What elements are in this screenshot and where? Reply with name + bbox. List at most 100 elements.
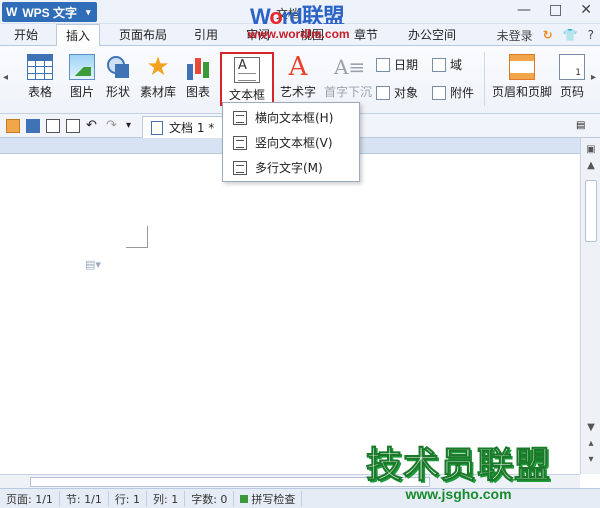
help-button[interactable]: ?	[588, 28, 594, 42]
tab-home[interactable]: 开始	[6, 24, 46, 46]
vertical-textbox-label: 竖向文本框(V)	[255, 136, 333, 150]
sync-icon[interactable]: ↻	[543, 28, 553, 42]
status-section: 节: 1/1	[60, 490, 109, 507]
textbox-label: 文本框	[228, 88, 265, 102]
page-number-button[interactable]: 页码	[556, 50, 588, 108]
scroll-top-icon[interactable]: ▣	[584, 144, 598, 155]
watermark-url: www.jsgho.com	[405, 486, 512, 502]
status-words: 字数: 0	[185, 490, 235, 507]
header-footer-icon	[509, 54, 535, 80]
undo-icon[interactable]: ↶	[86, 119, 100, 133]
object-button[interactable]: 对象	[376, 84, 418, 101]
status-row: 行: 1	[109, 490, 148, 507]
close-button[interactable]: ✕	[580, 2, 592, 18]
clipart-label: 素材库	[139, 85, 176, 99]
dropcap-label: 首字下沉	[324, 85, 373, 99]
document-canvas[interactable]: ▤▾	[0, 154, 580, 474]
calendar-icon	[376, 57, 390, 72]
wordart-label: 艺术字	[279, 85, 316, 99]
document-icon	[151, 120, 163, 135]
tab-insert[interactable]: 插入	[56, 24, 100, 47]
date-button[interactable]: 日期	[376, 56, 418, 73]
vertical-textbox-item[interactable]: 竖向文本框(V)	[223, 130, 359, 155]
picture-icon	[69, 54, 95, 80]
menu-right-group: 未登录 ↻ 👕 ?	[497, 24, 594, 46]
tab-section[interactable]: 章节	[346, 24, 386, 46]
status-page: 页面: 1/1	[0, 490, 60, 507]
multiline-text-label: 多行文字(M)	[255, 161, 323, 175]
tab-list-icon[interactable]: ▤	[576, 119, 590, 133]
picture-label: 图片	[69, 85, 94, 99]
picture-button[interactable]: 图片	[62, 50, 102, 108]
window-controls: — □ ✕	[517, 2, 592, 18]
ribbon-scroll-right-icon[interactable]: ▸	[591, 72, 596, 83]
clipart-button[interactable]: ★ 素材库	[138, 50, 178, 108]
table-icon	[27, 54, 53, 80]
vertical-scrollbar[interactable]: ▣ ▲ ▼ ▴ ▾	[580, 138, 600, 474]
star-icon: ★	[146, 52, 170, 82]
textbox-button[interactable]: 文本框	[220, 52, 274, 106]
prev-page-icon[interactable]: ▴	[584, 438, 598, 449]
page-number-icon	[559, 54, 585, 80]
next-page-icon[interactable]: ▾	[584, 454, 598, 465]
shape-label: 形状	[105, 85, 130, 99]
jsgho-watermark: 技术员联盟 www.jsgho.com	[365, 436, 552, 503]
scroll-down-icon[interactable]: ▼	[584, 422, 598, 433]
shape-button[interactable]: 形状	[98, 50, 138, 108]
header-footer-button[interactable]: 页眉和页脚	[492, 50, 552, 108]
print-icon[interactable]	[46, 119, 60, 133]
customize-icon[interactable]: ▾	[126, 119, 140, 133]
status-col: 列: 1	[147, 490, 186, 507]
print-preview-icon[interactable]	[66, 119, 80, 133]
ribbon-scroll-left-icon[interactable]: ◂	[3, 72, 8, 83]
tab-office-space[interactable]: 办公空间	[400, 24, 464, 46]
document-tab-label: 文档 1 *	[169, 121, 215, 135]
chart-button[interactable]: 图表	[178, 50, 218, 108]
document-tab[interactable]: 文档 1 *	[142, 116, 224, 138]
open-icon[interactable]	[6, 119, 20, 133]
shape-icon	[105, 54, 131, 80]
watermark-title: 技术员联盟	[365, 445, 552, 487]
field-label: 域	[450, 58, 463, 72]
table-button[interactable]: 表格	[20, 50, 60, 108]
chevron-down-icon: ▾	[86, 6, 91, 17]
app-menu-button[interactable]: W WPS 文字 ▾	[2, 2, 97, 22]
paragraph-icon: ▤▾	[85, 258, 101, 271]
chart-label: 图表	[185, 85, 210, 99]
redo-icon[interactable]: ↷	[106, 119, 120, 133]
ribbon-separator	[484, 52, 485, 106]
vertical-textbox-icon	[233, 135, 247, 150]
shirt-icon[interactable]: 👕	[563, 28, 578, 42]
minimize-button[interactable]: —	[517, 2, 531, 18]
tab-references[interactable]: 引用	[186, 24, 226, 46]
textbox-dropdown-menu: 横向文本框(H) 竖向文本框(V) 多行文字(M)	[222, 102, 360, 182]
app-label: WPS 文字	[22, 5, 77, 20]
textbox-icon	[234, 57, 260, 83]
multiline-text-item[interactable]: 多行文字(M)	[223, 155, 359, 180]
wordlm-url: www.wordlm.com	[248, 27, 350, 41]
wordart-button[interactable]: A 艺术字	[278, 50, 318, 108]
header-footer-label: 页眉和页脚	[492, 85, 553, 99]
horizontal-textbox-item[interactable]: 横向文本框(H)	[223, 105, 359, 130]
horizontal-textbox-label: 横向文本框(H)	[255, 111, 334, 125]
dropcap-button: A≡ 首字下沉	[324, 50, 373, 108]
field-button[interactable]: 域	[432, 56, 462, 73]
chart-icon	[185, 54, 211, 80]
scroll-up-icon[interactable]: ▲	[584, 160, 598, 171]
multiline-text-icon	[233, 160, 247, 175]
login-link[interactable]: 未登录	[497, 27, 533, 44]
date-label: 日期	[394, 58, 419, 72]
object-icon	[376, 85, 390, 100]
wps-logo-icon: W	[6, 5, 18, 19]
page-number-label: 页码	[559, 85, 584, 99]
tab-page-layout[interactable]: 页面布局	[112, 24, 174, 46]
dropcap-icon: A≡	[334, 55, 366, 79]
spell-check-button[interactable]: 拼写检查	[234, 490, 303, 507]
attachment-label: 附件	[450, 86, 475, 100]
attachment-button[interactable]: 附件	[432, 84, 474, 101]
vertical-scroll-thumb[interactable]	[585, 180, 597, 242]
maximize-button[interactable]: □	[549, 2, 562, 18]
horizontal-textbox-icon	[233, 110, 247, 125]
field-icon	[432, 57, 446, 72]
save-icon[interactable]	[26, 119, 40, 133]
